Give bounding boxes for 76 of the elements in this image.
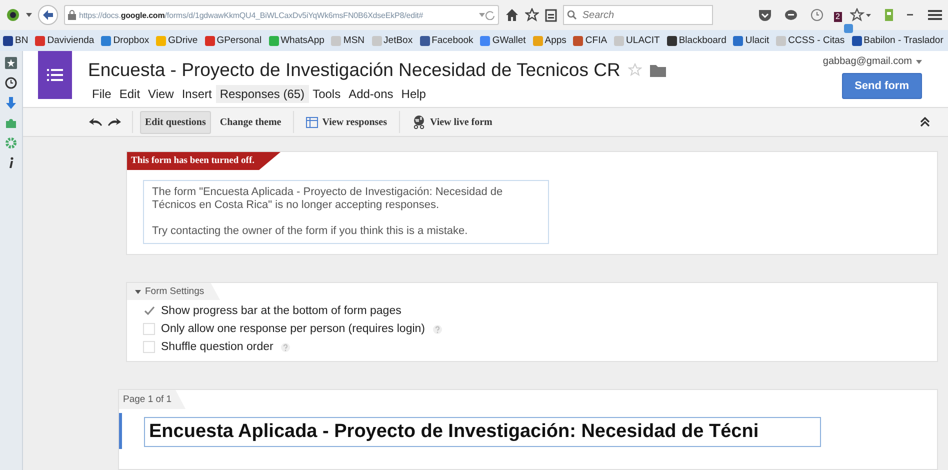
bookmark-item[interactable]: Davivienda: [34, 35, 96, 46]
forms-logo[interactable]: [38, 51, 72, 99]
star-icon[interactable]: [628, 63, 642, 77]
bookmark-item[interactable]: JetBox: [370, 35, 414, 46]
form-settings-toggle[interactable]: Form Settings: [127, 283, 220, 300]
checkbox[interactable]: [143, 323, 155, 336]
addon-icon[interactable]: [6, 8, 20, 22]
home-icon[interactable]: [505, 8, 520, 22]
bookmark-item[interactable]: MSN: [330, 35, 366, 46]
bookmark-item[interactable]: WhatsApp: [268, 35, 326, 46]
back-icon[interactable]: [38, 5, 58, 25]
url-text: https://docs.google.com/forms/d/1gdwawKkmQU4_BiWLCaxDv5iYqWk6msFN0B6XdseEkP8/edit#: [79, 10, 424, 20]
menu-item[interactable]: Responses (65): [216, 85, 309, 103]
menu-item[interactable]: File: [88, 85, 116, 103]
bookmark-item[interactable]: BN: [2, 35, 30, 46]
form-off-banner: This form has been turned off.: [127, 152, 281, 170]
collapse-icon[interactable]: [920, 117, 930, 127]
bookmark-item[interactable]: Apps: [532, 35, 568, 46]
bookmark-star-icon[interactable]: [525, 8, 540, 22]
redo-icon[interactable]: [107, 117, 121, 127]
menu-icon[interactable]: [928, 9, 942, 21]
menu-item[interactable]: Insert: [178, 85, 216, 103]
star-menu-icon[interactable]: [850, 8, 872, 22]
undo-icon[interactable]: [89, 117, 103, 127]
dropdown-caret-icon[interactable]: [916, 60, 922, 64]
bookmark-item[interactable]: CFIA: [572, 35, 608, 46]
notice-text: The form "Encuesta Aplicada - Proyecto de Investigación: Necesidad de Técnicos en Costa Rica" is no longer accepting responses.: [152, 186, 504, 212]
document-title[interactable]: Encuesta - Proyecto de Investigación Necesidad de Tecnicos CR: [88, 59, 620, 81]
menu-item[interactable]: View: [144, 85, 178, 103]
page-label: Page 1 of 1: [119, 390, 186, 410]
table-icon: [306, 116, 318, 128]
clipboard-icon[interactable]: [545, 8, 558, 22]
dropdown-caret-icon[interactable]: [26, 12, 32, 18]
lock-icon: [68, 10, 76, 20]
menu-item[interactable]: Add-ons: [344, 85, 398, 103]
checkbox[interactable]: [143, 341, 155, 354]
bookmark-item[interactable]: Facebook: [418, 35, 474, 46]
toolbar-button[interactable]: View live form: [406, 109, 498, 135]
bookmark-item[interactable]: GPersonal: [204, 35, 263, 46]
clock-icon[interactable]: [810, 8, 824, 22]
bookmarks-icon[interactable]: [5, 57, 17, 69]
bookmark-item[interactable]: GDrive: [155, 35, 199, 46]
list-icon: [47, 69, 63, 81]
toolbar-button[interactable]: Edit questions: [140, 110, 211, 134]
bookmark-item[interactable]: Ulacit: [732, 35, 770, 46]
search-field[interactable]: Search: [563, 5, 714, 25]
history-icon[interactable]: [5, 77, 17, 89]
menu-item[interactable]: Edit: [115, 85, 144, 103]
folder-icon[interactable]: [650, 64, 666, 76]
bookmark-item[interactable]: ULACIT: [613, 35, 661, 46]
pocket-icon[interactable]: [758, 9, 772, 21]
menu-item[interactable]: Help: [397, 85, 430, 103]
address-bar[interactable]: https://docs.google.com/forms/d/1gdwawKkmQU4_BiWLCaxDv5iYqWk6msFN0B6XdseEkP8/edit#: [64, 5, 500, 25]
menu-item[interactable]: Tools: [308, 85, 345, 103]
bookmark-item[interactable]: Babilon - Traslador: [850, 35, 944, 46]
send-form-button[interactable]: Send form: [842, 73, 922, 99]
notification-badge: 2: [834, 12, 842, 22]
account-email[interactable]: gabbag@gmail.com: [822, 56, 912, 67]
download-icon[interactable]: [5, 97, 17, 109]
form-title-field[interactable]: Encuesta Aplicada - Proyecto de Investigación: Necesidad de Técni: [144, 417, 821, 448]
triangle-icon: [135, 290, 141, 294]
toolbar-button[interactable]: View responses: [301, 110, 392, 134]
bookmark-item[interactable]: Dropbox: [100, 35, 150, 46]
bookmark-item[interactable]: Blackboard: [666, 35, 728, 46]
bookmark-item[interactable]: CCSS - Citas: [775, 35, 846, 46]
dropdown-caret-icon[interactable]: [906, 12, 914, 18]
dropdown-caret-icon[interactable]: [479, 10, 496, 20]
bookmark-item[interactable]: GWallet: [479, 35, 527, 46]
option-label: Show progress bar at the bottom of form pages: [161, 305, 402, 318]
info-icon[interactable]: [7, 157, 15, 169]
toolbar-button[interactable]: Change theme: [214, 110, 286, 134]
option-label: Only allow one response per person (requires login): [161, 323, 426, 336]
checkbox[interactable]: [143, 305, 155, 318]
chat-icon[interactable]: [784, 9, 798, 21]
option-label: Shuffle question order: [161, 341, 274, 354]
notice-text: Try contacting the owner of the form if you think this is a mistake.: [152, 225, 469, 238]
